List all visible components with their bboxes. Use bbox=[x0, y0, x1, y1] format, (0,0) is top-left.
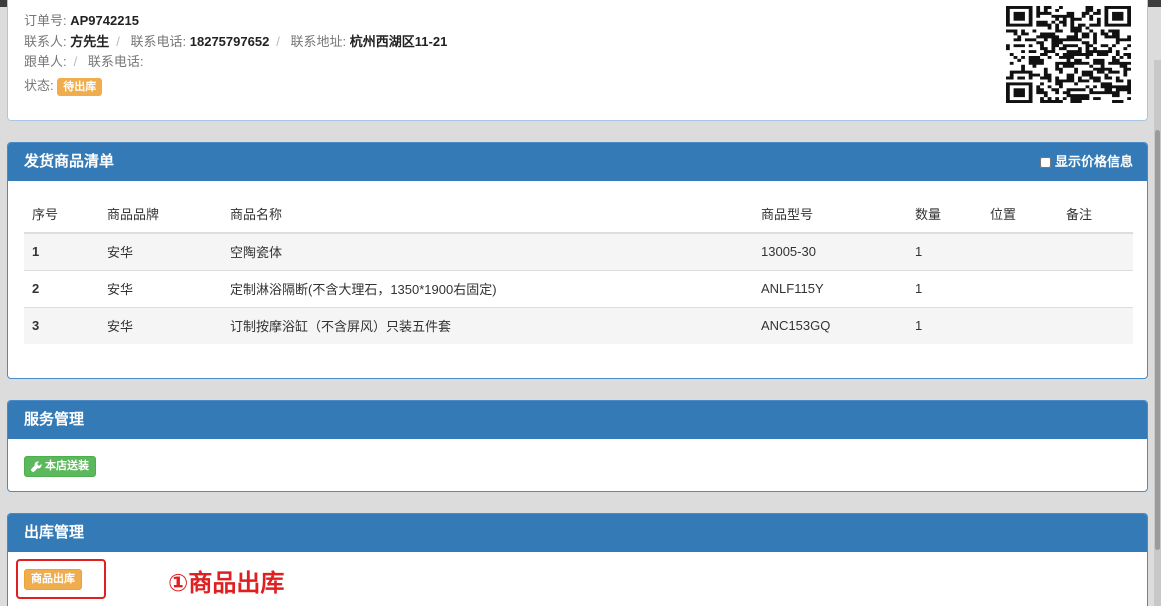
row-brand: 安华 bbox=[99, 232, 222, 270]
order-number-line: 订单号: AP9742215 bbox=[24, 10, 139, 29]
goods-panel-heading: 发货商品清单 显示价格信息 bbox=[8, 143, 1147, 181]
status-badge: 待出库 bbox=[57, 77, 103, 96]
row-index: 3 bbox=[24, 306, 99, 344]
service-panel-heading: 服务管理 bbox=[8, 401, 1147, 439]
row-name: 定制淋浴隔断(不含大理石，1350*1900右固定) bbox=[222, 269, 753, 307]
col-model: 商品型号 bbox=[753, 195, 907, 234]
row-model: 13005-30 bbox=[753, 232, 907, 270]
row-index: 1 bbox=[24, 232, 99, 270]
show-price-toggle[interactable]: 显示价格信息 bbox=[1039, 143, 1133, 181]
outbound-panel-heading: 出库管理 bbox=[8, 514, 1147, 552]
col-qty: 数量 bbox=[907, 195, 982, 234]
contact-name: 方先生 bbox=[70, 34, 110, 49]
store-install-label: 本店送装 bbox=[45, 460, 89, 472]
annotation-label: ①商品出库 bbox=[168, 570, 285, 597]
contact-address: 杭州西湖区11-21 bbox=[349, 34, 448, 49]
goods-panel-title: 发货商品清单 bbox=[24, 153, 115, 170]
table-row: 3 安华 订制按摩浴缸（不含屏风）只装五件套 ANC153GQ 1 bbox=[24, 306, 1133, 344]
contact-line: 联系人: 方先生 / 联系电话: 18275797652/ 联系地址: 杭州西湖区… bbox=[24, 34, 448, 49]
show-price-checkbox[interactable] bbox=[1039, 156, 1051, 168]
phone-label: 联系电话: bbox=[130, 34, 187, 49]
row-remark bbox=[1058, 306, 1133, 344]
table-row: 1 安华 空陶瓷体 13005-30 1 bbox=[24, 232, 1133, 270]
row-qty: 1 bbox=[907, 232, 982, 270]
row-brand: 安华 bbox=[99, 269, 222, 307]
row-model: ANC153GQ bbox=[753, 306, 907, 344]
row-name: 空陶瓷体 bbox=[222, 232, 753, 270]
page-scrollbar[interactable] bbox=[1154, 60, 1161, 606]
row-brand: 安华 bbox=[99, 306, 222, 344]
col-name: 商品名称 bbox=[222, 195, 753, 234]
annotation-highlight-box bbox=[16, 559, 106, 599]
order-number: AP9742215 bbox=[70, 13, 139, 28]
row-qty: 1 bbox=[907, 269, 982, 307]
row-location bbox=[982, 269, 1058, 307]
col-index: 序号 bbox=[24, 195, 99, 234]
goods-table-header: 序号 商品品牌 商品名称 商品型号 数量 位置 备注 bbox=[24, 195, 1133, 234]
goods-list-panel: 发货商品清单 显示价格信息 序号 商品品牌 商品名称 商品型号 数量 位置 备注… bbox=[7, 142, 1148, 379]
order-number-label: 订单号: bbox=[24, 13, 67, 28]
col-remark: 备注 bbox=[1058, 195, 1133, 234]
scrollbar-thumb[interactable] bbox=[1155, 130, 1160, 550]
service-panel: 服务管理 本店送装 bbox=[7, 400, 1148, 492]
service-panel-title: 服务管理 bbox=[24, 411, 85, 428]
row-qty: 1 bbox=[907, 306, 982, 344]
contact-phone: 18275797652 bbox=[189, 34, 270, 49]
col-location: 位置 bbox=[982, 195, 1058, 234]
row-remark bbox=[1058, 232, 1133, 270]
follower-label: 跟单人: bbox=[24, 54, 67, 69]
outbound-panel-title: 出库管理 bbox=[24, 524, 85, 541]
row-name: 订制按摩浴缸（不含屏风）只装五件套 bbox=[222, 306, 753, 344]
wrench-icon bbox=[31, 461, 42, 472]
col-brand: 商品品牌 bbox=[99, 195, 222, 234]
address-label: 联系地址: bbox=[290, 34, 347, 49]
outbound-panel: 出库管理 商品出库 ①商品出库 bbox=[7, 513, 1148, 606]
follower-line: 跟单人: / 联系电话: bbox=[24, 54, 144, 69]
goods-table: 序号 商品品牌 商品名称 商品型号 数量 位置 备注 1 安华 空陶瓷体 130… bbox=[24, 195, 1133, 344]
row-index: 2 bbox=[24, 269, 99, 307]
table-row: 2 安华 定制淋浴隔断(不含大理石，1350*1900右固定) ANLF115Y… bbox=[24, 269, 1133, 307]
show-price-label: 显示价格信息 bbox=[1054, 154, 1133, 169]
order-info-card: 订单号: AP9742215 联系人: 方先生 / 联系电话: 182757976… bbox=[7, 0, 1148, 121]
status-label: 状态: bbox=[24, 78, 54, 93]
store-install-button[interactable]: 本店送装 bbox=[24, 456, 96, 477]
contact-label: 联系人: bbox=[24, 34, 67, 49]
row-location bbox=[982, 306, 1058, 344]
follower-phone-label: 联系电话: bbox=[87, 54, 144, 69]
row-location bbox=[982, 232, 1058, 270]
row-model: ANLF115Y bbox=[753, 269, 907, 307]
qr-code bbox=[1006, 6, 1131, 103]
status-line: 状态: 待出库 bbox=[24, 75, 103, 96]
row-remark bbox=[1058, 269, 1133, 307]
